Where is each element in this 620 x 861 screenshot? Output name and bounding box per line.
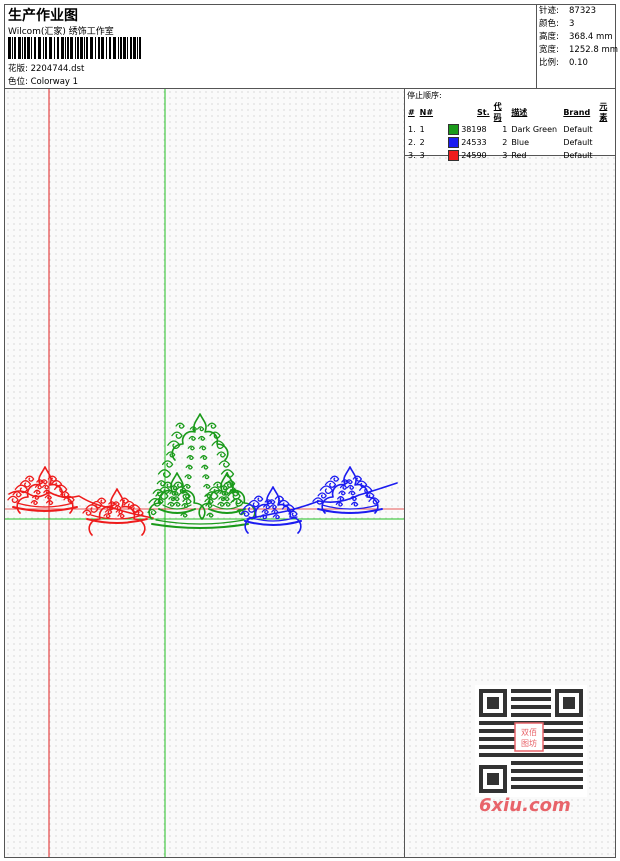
table-row: 1. 1 38198 1 Dark Green Default	[408, 124, 593, 135]
table-row: 2. 2 24533 2 Blue Default	[408, 137, 593, 148]
svg-text:双佰: 双佰	[521, 727, 537, 737]
colorway: 色位: Colorway 1	[8, 75, 78, 87]
embroidery-preview	[5, 89, 404, 857]
stop-sequence-title: 停止顺序:	[407, 91, 442, 100]
header: 生产作业图 Wilcom(汇家) 绣饰工作室 花版: 2204744.dst 色…	[5, 5, 619, 89]
barcode	[8, 37, 141, 59]
table-row: 3. 3 24590 3 Red Default	[408, 150, 593, 161]
colorway-value: Colorway 1	[30, 77, 79, 87]
svg-text:图坊: 图坊	[521, 738, 537, 748]
stat-colors: 颜色: 3	[539, 19, 575, 29]
crown-embroidery-motif	[7, 413, 398, 536]
stat-width: 宽度: 1252.8 mm	[539, 45, 619, 55]
stat-stitches: 针迹: 87323	[539, 6, 597, 16]
stop-sequence-table: # N# St. 代码 描述 Brand 元素 1. 1 38198 1 Dar…	[406, 101, 615, 162]
design-preview	[5, 89, 405, 857]
design-value: 2204744.dst	[30, 64, 85, 74]
design-label: 花版:	[8, 64, 28, 74]
design-file: 花版: 2204744.dst	[8, 62, 84, 74]
page-title: 生产作业图	[8, 8, 78, 24]
stat-scale: 比例: 0.10	[539, 58, 588, 68]
production-worksheet: 生产作业图 Wilcom(汇家) 绣饰工作室 花版: 2204744.dst 色…	[4, 4, 619, 858]
stats-panel: 针迹: 87323 颜色: 3 高度: 368.4 mm 宽度: 1252.8 mm 比…	[539, 5, 619, 70]
stop-sequence-panel: 停止顺序: # N# St. 代码 描述 Brand 元素 1. 1 38198…	[405, 89, 615, 161]
watermark-text: 6xiu.com	[479, 795, 571, 816]
color-swatch	[447, 150, 459, 161]
stat-height: 高度: 368.4 mm	[539, 32, 613, 42]
colorway-label: 色位:	[8, 77, 28, 87]
header-info: 生产作业图 Wilcom(汇家) 绣饰工作室 花版: 2204744.dst 色…	[5, 5, 537, 88]
studio-subtitle: Wilcom(汇家) 绣饰工作室	[8, 27, 114, 37]
color-swatch	[447, 124, 459, 135]
table-header-row: # N# St. 代码 描述 Brand 元素	[408, 102, 608, 122]
color-swatch	[447, 137, 459, 148]
